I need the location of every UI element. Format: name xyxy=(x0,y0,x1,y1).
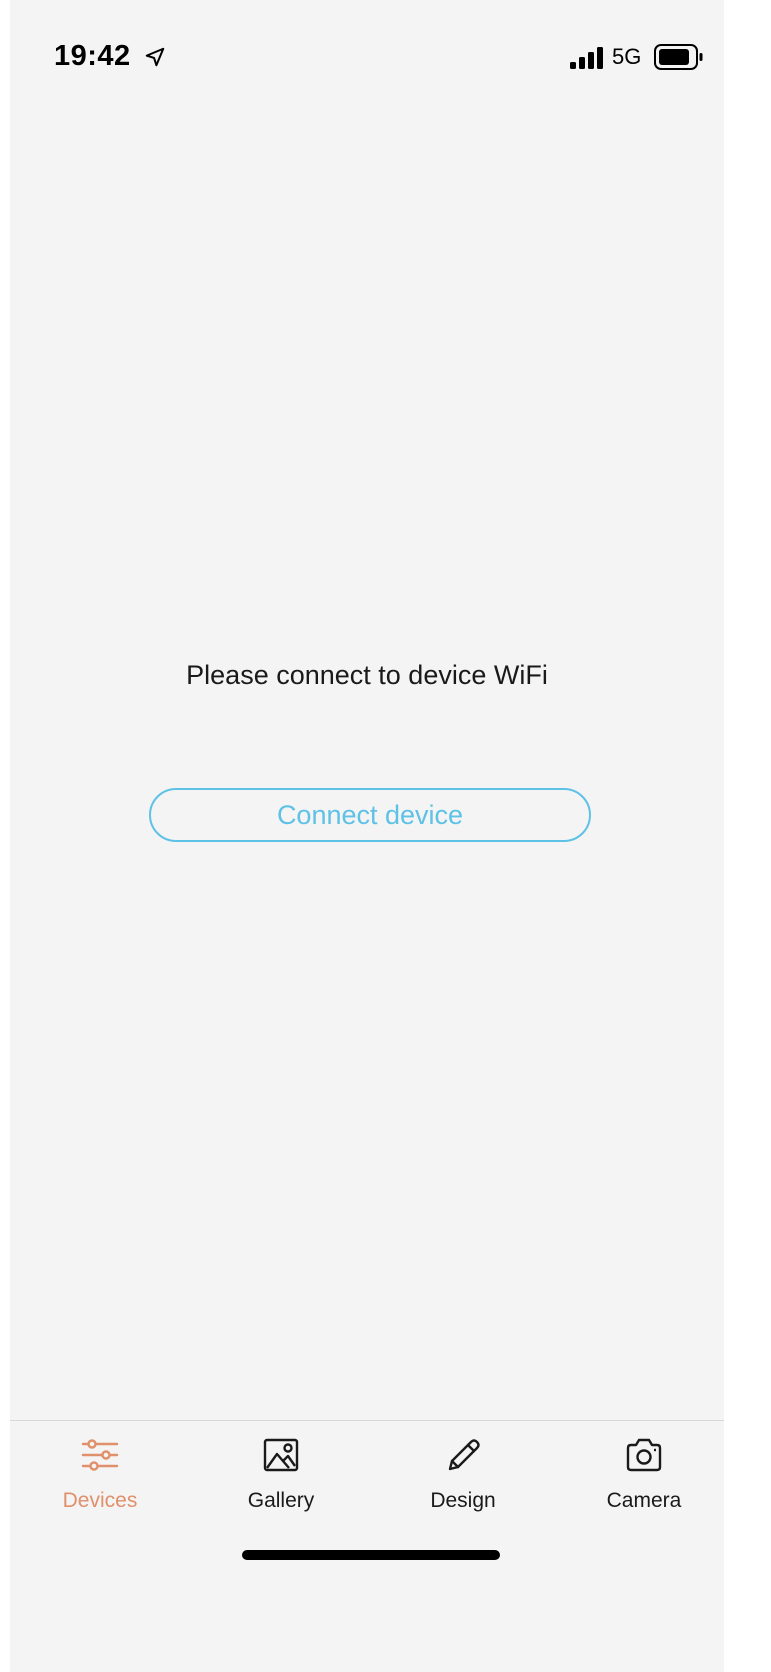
battery-icon xyxy=(654,44,703,70)
tab-label: Gallery xyxy=(247,1489,315,1512)
tab-label: Devices xyxy=(62,1489,138,1512)
pencil-icon xyxy=(448,1439,480,1471)
signal-icon xyxy=(570,47,603,69)
home-indicator[interactable] xyxy=(242,1550,500,1560)
image-icon xyxy=(263,1438,299,1472)
sliders-icon xyxy=(81,1439,119,1471)
connect-device-button[interactable]: Connect device xyxy=(149,788,591,842)
location-arrow-icon xyxy=(145,47,165,67)
tab-devices[interactable]: Devices xyxy=(30,1435,170,1535)
tab-bar: Devices Gallery Design Camera xyxy=(10,1420,724,1672)
status-bar: 19:42 5G xyxy=(10,0,724,130)
app-screen: 19:42 5G Please connect to device WiFi C… xyxy=(10,0,724,1672)
tab-camera[interactable]: Camera xyxy=(574,1435,714,1535)
tab-label: Camera xyxy=(606,1489,682,1512)
tab-gallery[interactable]: Gallery xyxy=(211,1435,351,1535)
status-time: 19:42 xyxy=(54,40,131,72)
tab-design[interactable]: Design xyxy=(393,1435,533,1535)
network-type: 5G xyxy=(612,44,642,69)
wifi-prompt: Please connect to device WiFi xyxy=(186,660,548,690)
camera-icon xyxy=(626,1438,662,1472)
tab-label: Design xyxy=(430,1489,496,1512)
